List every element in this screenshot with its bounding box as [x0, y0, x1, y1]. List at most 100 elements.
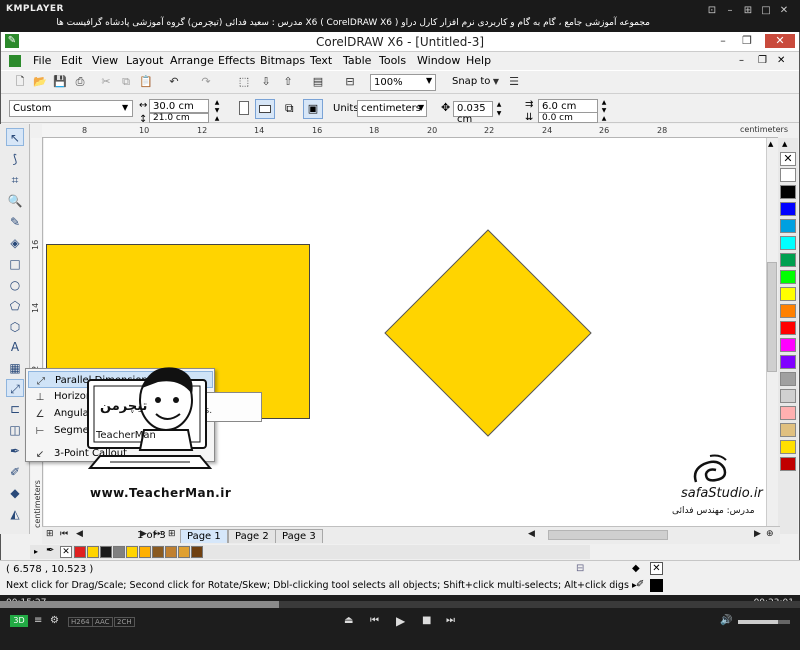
duplicate-y-input[interactable]: 0.0 cm	[538, 112, 598, 123]
open-icon[interactable]: 📂	[33, 75, 47, 89]
nudge-spinner-icon[interactable]: ▲ ▼	[494, 100, 504, 118]
menu-help[interactable]: Help	[466, 54, 491, 67]
volume-icon[interactable]: 🔊	[720, 615, 732, 626]
fill-tool-icon[interactable]: ◆	[6, 484, 24, 502]
color-proof-icon[interactable]: ⊟	[576, 563, 584, 574]
docpal-swatch[interactable]	[191, 546, 203, 558]
connector-tool-icon[interactable]: ⊏	[6, 400, 24, 418]
undo-icon[interactable]: ↶	[167, 75, 181, 89]
zoom-tool-icon[interactable]: 🔍	[6, 192, 24, 210]
preset-dropdown-icon[interactable]: ▼	[122, 103, 128, 112]
add-page-after-icon[interactable]: ⊞	[168, 529, 176, 539]
docpal-no-color[interactable]: ✕	[60, 546, 72, 558]
fill-indicator-icon[interactable]: ◆	[632, 563, 640, 574]
fill-none-swatch[interactable]: ✕	[650, 562, 663, 575]
outline-indicator-icon[interactable]: ✐	[636, 579, 644, 590]
table-tool-icon[interactable]: ▦	[6, 359, 24, 377]
palette-swatch[interactable]	[780, 440, 796, 454]
zoom-dropdown-icon[interactable]: ▼	[426, 76, 432, 85]
docpal-eyedropper-icon[interactable]: ✒	[46, 545, 54, 556]
print-icon[interactable]: ⎙	[73, 75, 87, 89]
menu-arrange[interactable]: Arrange	[170, 54, 214, 67]
playlist-icon[interactable]: ≡	[34, 615, 42, 626]
menu-window[interactable]: Window	[417, 54, 460, 67]
docpal-swatch[interactable]	[100, 546, 112, 558]
palette-swatch[interactable]	[780, 219, 796, 233]
dimension-tool-icon[interactable]: ⤢	[6, 379, 24, 397]
blend-tool-icon[interactable]: ◫	[6, 421, 24, 439]
polygon-tool-icon[interactable]: ⬠	[6, 297, 24, 315]
navigator-zoom-icon[interactable]: ⊕	[766, 529, 774, 539]
player-fullscreen-icon[interactable]: ⊞	[740, 5, 756, 17]
rectangle-tool-icon[interactable]: □	[6, 255, 24, 273]
duplicate-x-input[interactable]: 6.0 cm	[538, 99, 598, 113]
doc-minimize-icon[interactable]: –	[739, 55, 744, 66]
docpal-swatch[interactable]	[126, 546, 138, 558]
next-icon[interactable]: ⏭	[446, 615, 455, 626]
tab-page-2[interactable]: Page 2	[228, 529, 276, 543]
units-dropdown-icon[interactable]: ▼	[418, 103, 424, 112]
app-launcher-icon[interactable]: ▤	[311, 75, 325, 89]
palette-scroll-up-icon[interactable]: ▲	[782, 140, 787, 148]
eject-icon[interactable]: ⏏	[344, 615, 353, 626]
menu-view[interactable]: View	[92, 54, 118, 67]
stop-icon[interactable]: ■	[422, 615, 431, 626]
portrait-icon[interactable]	[239, 101, 249, 115]
palette-swatch[interactable]	[780, 287, 796, 301]
welcome-screen-icon[interactable]: ⊟	[343, 75, 357, 89]
docpal-swatch[interactable]	[165, 546, 177, 558]
interactive-fill-icon[interactable]: ◭	[6, 505, 24, 523]
palette-swatch[interactable]	[780, 355, 796, 369]
restore-button[interactable]: ❐	[737, 34, 757, 48]
menu-text[interactable]: Text	[310, 54, 332, 67]
last-page-icon[interactable]: ⏭	[154, 529, 162, 539]
nudge-distance-input[interactable]: 0.035 cm	[453, 101, 493, 125]
page-width-input[interactable]: 30.0 cm	[149, 99, 209, 113]
palette-swatch[interactable]	[780, 338, 796, 352]
menu-edit[interactable]: Edit	[61, 54, 82, 67]
menu-table[interactable]: Table	[343, 54, 371, 67]
scroll-up-icon[interactable]: ▲	[768, 140, 773, 148]
horizontal-ruler[interactable]: 8 10 12 14 16 18 20 22 24 26 28	[42, 124, 778, 138]
minimize-button[interactable]: –	[713, 34, 733, 48]
landscape-button[interactable]	[255, 99, 275, 119]
docpal-swatch[interactable]	[74, 546, 86, 558]
menu-file[interactable]: File	[33, 54, 51, 67]
player-close-icon[interactable]: ✕	[776, 5, 792, 17]
copy-icon[interactable]: ⧉	[119, 75, 133, 89]
palette-swatch[interactable]	[780, 406, 796, 420]
dup-spinner-icon[interactable]: ▲ ▼ ▲	[599, 99, 609, 123]
palette-swatch[interactable]	[780, 253, 796, 267]
snap-to-button[interactable]: Snap to	[452, 76, 490, 87]
export-icon[interactable]: ⇧	[281, 75, 295, 89]
paste-icon[interactable]: 📋	[139, 75, 153, 89]
add-page-icon[interactable]: ⊞	[46, 529, 54, 539]
docpal-expand-icon[interactable]: ▸	[34, 547, 38, 556]
page-preset-select[interactable]: Custom	[9, 100, 133, 117]
freehand-tool-icon[interactable]: ✎	[6, 213, 24, 231]
palette-swatch[interactable]	[780, 236, 796, 250]
palette-swatch[interactable]	[780, 321, 796, 335]
units-select[interactable]: centimeters	[357, 100, 427, 117]
crop-tool-icon[interactable]: ⌗	[6, 171, 24, 189]
tab-page-1[interactable]: Page 1	[180, 529, 228, 543]
previous-icon[interactable]: ⏮	[370, 615, 379, 626]
smart-fill-icon[interactable]: ◈	[6, 234, 24, 252]
player-ontop-icon[interactable]: ⊡	[704, 5, 720, 17]
page-height-input[interactable]: 21.0 cm	[149, 113, 209, 123]
palette-swatch[interactable]	[780, 457, 796, 471]
outline-pen-icon[interactable]: ✐	[6, 463, 24, 481]
vertical-ruler[interactable]: 16 14 12 10	[31, 138, 43, 526]
size-spinner-icon[interactable]: ▲ ▼ ▲	[210, 99, 224, 123]
play-icon[interactable]: ▶	[396, 614, 405, 628]
prev-page-icon[interactable]: ◀	[76, 529, 83, 539]
next-page-icon[interactable]: ▶	[140, 529, 147, 539]
no-color-swatch[interactable]: ✕	[780, 152, 796, 166]
palette-swatch[interactable]	[780, 423, 796, 437]
docpal-swatch[interactable]	[178, 546, 190, 558]
doc-close-icon[interactable]: ✕	[777, 55, 785, 66]
outline-color-swatch[interactable]	[650, 579, 663, 592]
shape-tool-icon[interactable]: ⟆	[6, 150, 24, 168]
snap-dropdown-icon[interactable]: ▼	[489, 75, 503, 89]
palette-swatch[interactable]	[780, 304, 796, 318]
